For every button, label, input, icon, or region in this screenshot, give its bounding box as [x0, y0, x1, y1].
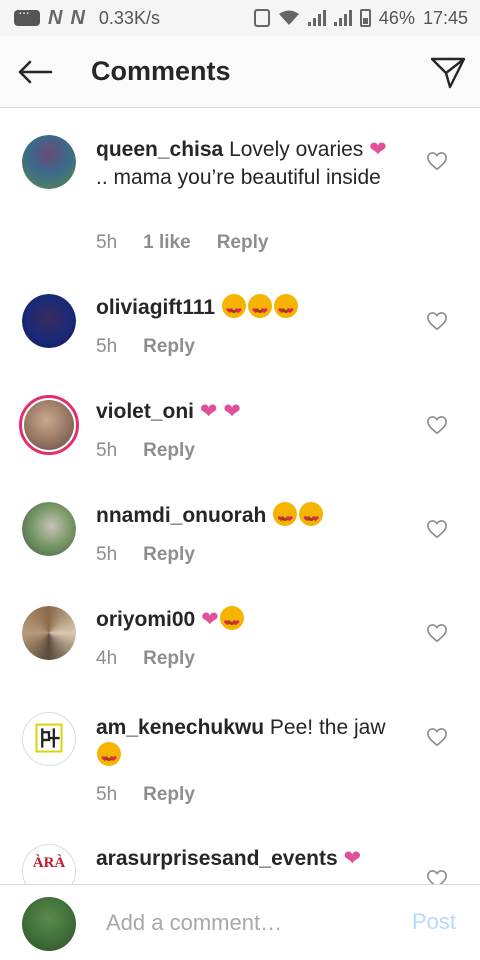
signal-icon-2 [333, 10, 352, 26]
comment-username[interactable]: queen_chisa [96, 138, 223, 161]
comment-meta: 5h Reply [96, 784, 221, 806]
comment-text-part: Pee! the jaw [264, 716, 386, 739]
avatar[interactable] [22, 712, 76, 766]
heart-eyes-emoji-icon [219, 606, 244, 637]
comment-meta: 4h Reply [96, 648, 221, 670]
heart-eyes-emoji-icon [221, 294, 246, 325]
comment-text: oriyomi00 ❤ [96, 606, 396, 637]
heart-eyes-emoji-icon [247, 294, 272, 325]
heart-emoji-icon: ❤ [369, 138, 387, 161]
comment-text: nnamdi_onuorah [96, 502, 396, 533]
comment-time: 4h [96, 648, 118, 669]
brand-logo-text: ÀRÀ [32, 854, 66, 871]
battery-icon [359, 9, 371, 27]
avatar[interactable] [22, 502, 76, 556]
comment-time: 5h [96, 544, 118, 565]
page-title: Comments [91, 56, 231, 86]
reply-button[interactable]: Reply [143, 784, 195, 806]
reply-button[interactable]: Reply [143, 648, 195, 670]
heart-emoji-icon: ❤ ❤ [199, 400, 241, 423]
reply-button[interactable]: Reply [143, 440, 195, 462]
comment-text: oliviagift111 [96, 294, 396, 325]
comment-text-part: .. mama you’re beautiful inside [96, 166, 381, 189]
avatar-with-story[interactable] [19, 395, 79, 455]
comment-text: am_kenechukwu Pee! the jaw [96, 714, 396, 773]
carrier-icon-2: N [70, 6, 85, 29]
back-button[interactable] [17, 54, 53, 90]
status-bar: N N 0.33K/s 46% 17:45 [0, 0, 480, 36]
carrier-icon-1: N [48, 6, 63, 29]
comment-meta: 5h Reply [96, 544, 221, 566]
reply-button[interactable]: Reply [143, 336, 195, 358]
comment-time: 5h [96, 336, 118, 357]
comment-username[interactable]: nnamdi_onuorah [96, 504, 266, 527]
comment-time: 5h [96, 232, 118, 253]
avatar[interactable]: ÀRÀ [22, 844, 76, 884]
comment-meta: 5h Reply [96, 336, 221, 358]
comment-text-part: Lovely ovaries [223, 138, 370, 161]
app-header: Comments [0, 36, 480, 108]
comment-username[interactable]: arasurprisesand_events [96, 847, 338, 870]
heart-outline-icon[interactable] [426, 310, 448, 332]
comment-meta: 5h 1 like Reply [96, 232, 294, 254]
reply-button[interactable]: Reply [217, 232, 269, 254]
post-button[interactable]: Post [412, 909, 456, 935]
message-notification-icon [14, 4, 40, 26]
comment-time: 5h [96, 784, 118, 805]
comment-username[interactable]: am_kenechukwu [96, 716, 264, 739]
avatar[interactable] [22, 135, 76, 189]
status-left: N N 0.33K/s [14, 4, 160, 30]
heart-eyes-emoji-icon [97, 742, 121, 773]
signal-icon-1 [307, 10, 326, 26]
heart-outline-icon[interactable] [426, 726, 448, 748]
heart-emoji-icon: ❤ [201, 608, 219, 631]
heart-outline-icon[interactable] [426, 622, 448, 644]
paper-plane-icon [430, 57, 466, 89]
comment-text: arasurprisesand_events ❤ [96, 845, 416, 873]
comment-text: violet_oni ❤ ❤ [96, 398, 396, 426]
direct-message-button[interactable] [430, 54, 466, 90]
reply-button[interactable]: Reply [143, 544, 195, 566]
avatar[interactable] [22, 606, 76, 660]
network-speed: 0.33K/s [98, 7, 160, 28]
heart-eyes-emoji-icon [273, 502, 298, 533]
comment-username[interactable]: oliviagift111 [96, 296, 215, 319]
comment-text: queen_chisa Lovely ovaries ❤ .. mama you… [96, 136, 396, 192]
heart-eyes-emoji-icon [299, 502, 324, 533]
comment-time: 5h [96, 440, 118, 461]
arrow-left-icon [18, 60, 53, 83]
status-right: 46% 17:45 [253, 7, 468, 29]
heart-emoji-icon: ❤ [343, 847, 362, 870]
heart-outline-icon[interactable] [426, 868, 448, 884]
avatar[interactable] [22, 294, 76, 348]
battery-percent: 46% [378, 7, 415, 28]
heart-outline-icon[interactable] [426, 150, 448, 172]
heart-eyes-emoji-icon [273, 294, 298, 325]
clock: 17:45 [422, 7, 468, 28]
wifi-icon [278, 10, 299, 25]
comment-composer: Post [0, 884, 480, 960]
heart-outline-icon[interactable] [426, 518, 448, 540]
comment-username[interactable]: oriyomi00 [96, 608, 195, 631]
brand-logo-icon [23, 713, 75, 765]
current-user-avatar [22, 897, 76, 951]
comment-input[interactable] [106, 907, 376, 939]
comments-list[interactable]: queen_chisa Lovely ovaries ❤ .. mama you… [0, 108, 480, 884]
heart-outline-icon[interactable] [426, 414, 448, 436]
comment-username[interactable]: violet_oni [96, 400, 194, 423]
like-count[interactable]: 1 like [143, 232, 191, 254]
comment-meta: 5h Reply [96, 440, 221, 462]
vibrate-icon [253, 9, 270, 27]
